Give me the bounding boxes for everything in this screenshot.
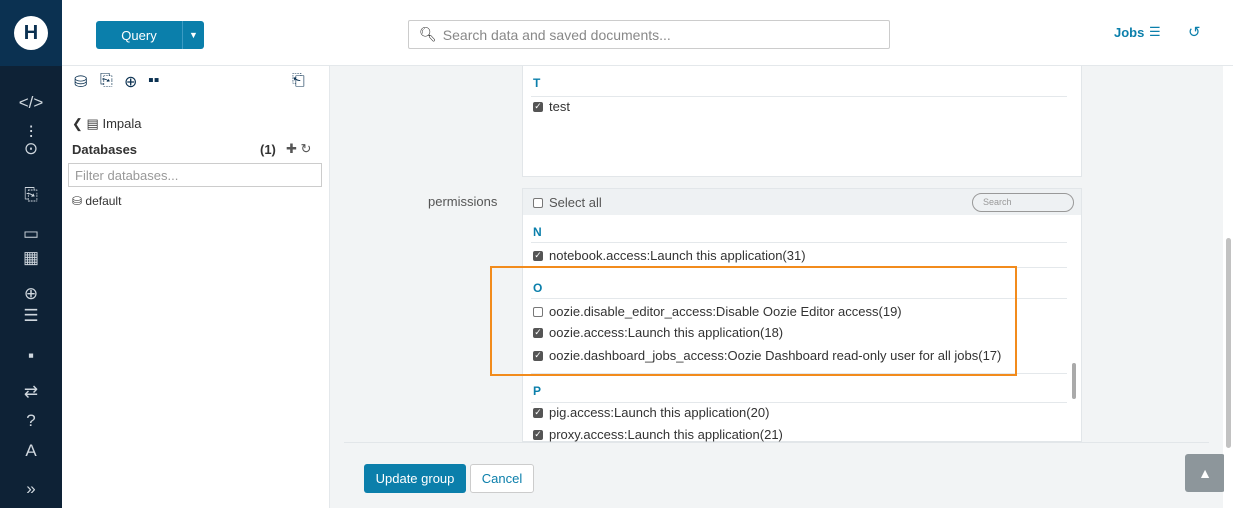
permissions-label: permissions <box>428 194 498 209</box>
back-breadcrumb[interactable]: ❮ ▤ Impala <box>72 116 141 132</box>
chevron-left-icon: ❮ <box>72 116 83 131</box>
grid-icon[interactable]: ▪▪ <box>148 72 159 90</box>
database-label: default <box>85 194 122 208</box>
top-bar: Query ▼ 🔍︎ Search data and saved documen… <box>62 0 1233 66</box>
scrollbar-thumb[interactable] <box>1226 238 1231 448</box>
database-icon: ⛁ <box>72 194 83 208</box>
select-all-checkbox[interactable]: Select all <box>533 195 602 210</box>
query-label: Query <box>121 27 157 43</box>
form-footer: Update group Cancel <box>344 442 1209 508</box>
chevron-down-icon[interactable]: ▼ <box>182 21 204 49</box>
permission-label: notebook.access:Launch this application(… <box>549 248 806 263</box>
db-actions: ✚ ↻ <box>286 141 311 157</box>
back-label: Impala <box>102 116 142 131</box>
transfer-icon[interactable]: ⇄ <box>0 377 62 407</box>
scroll-top-button[interactable]: ▲ <box>1185 454 1225 492</box>
permission-item[interactable]: ✓ pig.access:Launch this application(20) <box>533 405 769 420</box>
left-nav-bar: H </> ⫶ ⊙ ⎘ ▭ ▦ ⊕ ☰ ▪ ⇄ ? A » <box>0 0 62 508</box>
jobs-list-icon[interactable]: ☰ <box>1149 24 1161 40</box>
divider <box>531 96 1067 97</box>
search-icon[interactable]: ⊕ <box>124 72 137 92</box>
cancel-button[interactable]: Cancel <box>470 464 534 493</box>
divider <box>531 402 1067 403</box>
permission-item[interactable]: ✓ notebook.access:Launch this applicatio… <box>533 248 806 263</box>
checkbox-checked-icon[interactable]: ✓ <box>533 101 543 112</box>
grid-icon[interactable]: ▪ <box>0 341 62 371</box>
code-icon[interactable]: </> <box>0 88 62 118</box>
scheduler-icon[interactable]: ⊙ <box>0 134 62 164</box>
help-icon[interactable]: ? <box>0 406 62 436</box>
checkbox-checked-icon[interactable]: ✓ <box>533 429 543 440</box>
chevron-up-icon: ▲ <box>1198 465 1212 481</box>
filter-databases-input[interactable]: Filter databases... <box>68 163 322 187</box>
add-icon[interactable]: ✚ <box>286 141 297 156</box>
global-search[interactable]: 🔍︎ Search data and saved documents... <box>408 20 890 49</box>
permissions-scrollbar[interactable] <box>1072 363 1076 399</box>
member-label: test <box>549 99 570 114</box>
refresh-icon[interactable]: ↻ <box>301 141 312 156</box>
divider <box>531 242 1067 243</box>
main-content: T ✓ test permissions Select all Search N… <box>330 66 1225 508</box>
database-icon[interactable]: ⛁ <box>74 72 87 92</box>
documents-icon[interactable]: ⎘ <box>0 180 62 210</box>
expand-icon[interactable]: » <box>0 474 62 504</box>
section-letter-n: N <box>533 225 542 239</box>
checkbox-unchecked-icon[interactable] <box>533 197 543 208</box>
table-icon[interactable]: ▦ <box>0 243 62 273</box>
hue-logo[interactable]: H <box>0 0 62 66</box>
permission-item[interactable]: ✓ proxy.access:Launch this application(2… <box>533 427 783 442</box>
permission-label: pig.access:Launch this application(20) <box>549 405 770 420</box>
select-all-label: Select all <box>549 195 602 210</box>
left-assist-panel: ⛁ ⎘ ⊕ ▪▪ ⎗ ❮ ▤ Impala Databases (1) ✚ ↻ … <box>62 66 330 508</box>
permissions-search-input[interactable]: Search <box>972 193 1074 212</box>
documents-icon[interactable]: ⎘ <box>100 72 113 90</box>
history-icon[interactable]: ↺ <box>1188 23 1201 41</box>
section-letter-p: P <box>533 384 542 398</box>
update-group-button[interactable]: Update group <box>364 464 466 493</box>
search-icon: 🔍︎ <box>419 26 437 42</box>
select-all-bar: Select all Search <box>523 189 1081 215</box>
section-letter: T <box>533 76 541 90</box>
highlight-box <box>490 266 1017 376</box>
page-scrollbar[interactable] <box>1224 66 1233 508</box>
group-members-panel: T ✓ test <box>522 66 1082 177</box>
user-icon[interactable]: A <box>0 436 62 466</box>
member-item-test[interactable]: ✓ test <box>533 99 570 114</box>
jobs-link[interactable]: Jobs <box>1114 25 1144 40</box>
jobs-icon[interactable]: ☰ <box>0 301 62 331</box>
search-placeholder: Search data and saved documents... <box>442 26 671 43</box>
checkbox-checked-icon[interactable]: ✓ <box>533 407 543 418</box>
checkbox-checked-icon[interactable]: ✓ <box>533 250 543 261</box>
hue-logo-icon: H <box>14 16 48 50</box>
new-document-icon[interactable]: ⎗ <box>292 72 305 90</box>
databases-count: (1) <box>260 142 276 157</box>
query-button[interactable]: Query ▼ <box>96 21 204 49</box>
server-icon: ▤ <box>86 116 99 131</box>
permission-label: proxy.access:Launch this application(21) <box>549 427 783 442</box>
database-item-default[interactable]: ⛁ default <box>72 194 121 208</box>
